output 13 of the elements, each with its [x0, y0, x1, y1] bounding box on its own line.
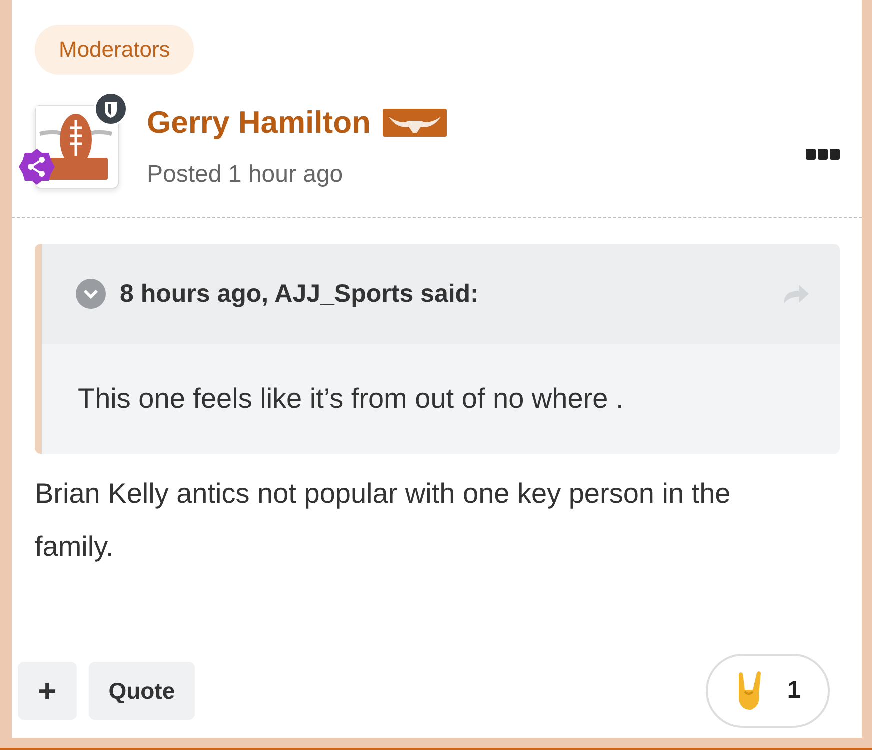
quote-citation: 8 hours ago, AJJ_Sports said:	[120, 280, 480, 308]
post-time: Posted 1 hour ago	[147, 161, 344, 189]
post-text: Brian Kelly antics not popular with one key person in the family.	[35, 477, 732, 564]
more-options-icon[interactable]	[806, 149, 840, 161]
reaction-button[interactable]: 1	[706, 654, 830, 728]
longhorn-badge-icon	[382, 109, 447, 137]
author-name[interactable]: Gerry Hamilton	[147, 105, 371, 141]
quoted-text: This one feels like it’s from out of no where .	[78, 383, 624, 415]
add-button[interactable]: +	[18, 662, 77, 720]
moderators-badge: Moderators	[35, 25, 194, 75]
quote-button[interactable]: Quote	[88, 662, 196, 720]
expand-icon[interactable]	[76, 279, 106, 309]
reaction-count: 1	[787, 677, 801, 705]
